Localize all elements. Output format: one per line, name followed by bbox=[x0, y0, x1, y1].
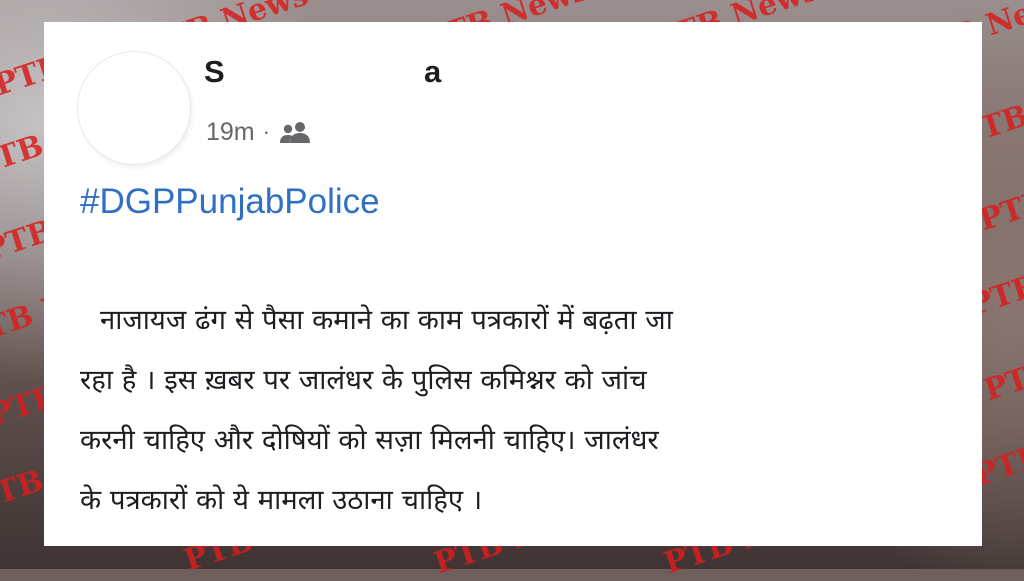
post-line: रहा है । इस ख़बर पर जालंधर के पुलिस कमिश… bbox=[80, 364, 647, 396]
avatar[interactable] bbox=[78, 52, 190, 164]
post-card: S a 19m · #DGPPunjabPolice नाजायज ढंग से… bbox=[44, 22, 982, 546]
post-meta: 19m · bbox=[206, 114, 312, 150]
meta-separator: · bbox=[262, 119, 270, 144]
post-line: नाजायज ढंग से पैसा कमाने का काम पत्रकारो… bbox=[100, 304, 673, 336]
author-name-start[interactable]: S bbox=[204, 54, 225, 90]
post-line: करनी चाहिए और दोषियों को सज़ा मिलनी चाहि… bbox=[80, 424, 659, 456]
author-name[interactable]: S a bbox=[204, 54, 444, 94]
author-name-end[interactable]: a bbox=[424, 54, 441, 90]
friends-icon[interactable] bbox=[278, 120, 312, 144]
post-body: नाजायज ढंग से पैसा कमाने का काम पत्रकारो… bbox=[80, 290, 960, 530]
post-timestamp[interactable]: 19m bbox=[206, 118, 255, 147]
post-line: के पत्रकारों को ये मामला उठाना चाहिए । bbox=[80, 484, 483, 516]
hashtag-link[interactable]: #DGPPunjabPolice bbox=[80, 182, 380, 222]
